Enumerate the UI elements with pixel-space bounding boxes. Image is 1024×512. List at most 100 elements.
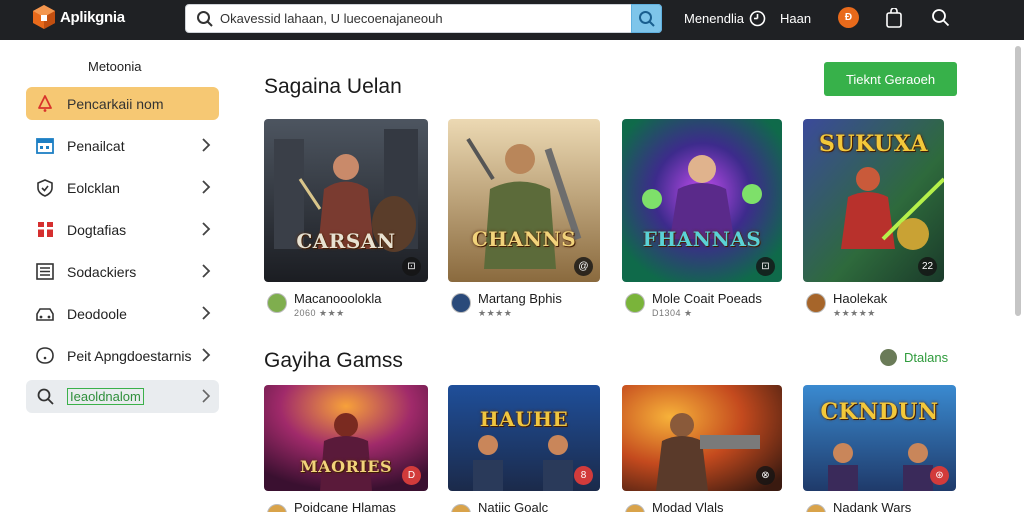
sidebar-title: Metoonia [88,59,142,74]
see-all-label: Dtalans [904,350,949,365]
game-rating: D1304 ★ [652,308,693,318]
search-icon [34,386,56,408]
game-title[interactable]: Macanooolokla [294,291,381,306]
sidebar-item-label: Dogtafias [67,221,127,238]
shield-icon [34,177,56,199]
search-icon [197,11,213,27]
corner-badge-icon: ⊡ [756,257,775,276]
sidebar-item-label: Ieaoldnalom [67,388,144,405]
sidebar-item-vehicles[interactable]: Deodoole [26,297,219,330]
gift-icon [34,219,56,241]
chevron-right-icon [202,389,211,403]
section-title-featured: Sagaina Uelan [264,75,402,98]
sidebar-item-notifications[interactable]: Pencarkaii nom [26,87,219,120]
game-thumbnail-title: CHANNS [471,227,577,251]
game-card[interactable]: SUKUXA 22 Haolekak ★★★★★ [803,119,944,321]
corner-badge-icon: D [402,466,421,485]
game-card[interactable]: ⊗ Modad Vlals [622,385,782,512]
game-title[interactable]: Modad Vlals [652,500,724,512]
game-title[interactable]: Nadank Wars [833,500,911,512]
corner-badge-icon: ⊗ [756,466,775,485]
game-card[interactable]: FHANNAS ⊡ Mole Coait Poeads D1304 ★ [622,119,782,321]
game-card[interactable]: CKNDUN ⊛ Nadank Wars [803,385,956,512]
sidebar-item-list[interactable]: Sodackiers [26,255,219,288]
game-card[interactable]: CARSAN ⊡ Macanooolokla 2060 ★★★ [264,119,428,321]
game-title[interactable]: Natiic Goalc [478,500,548,512]
chevron-right-icon [202,306,211,320]
game-title[interactable]: Haolekak [833,291,887,306]
chevron-right-icon [202,264,211,278]
chevron-right-icon [202,222,211,236]
nav-link-haan[interactable]: Haan [780,11,811,26]
game-card[interactable]: CHANNS @ Martang Bphis ★★★★ [448,119,600,321]
chevron-right-icon [202,138,211,152]
corner-badge-icon: ⊛ [930,466,949,485]
game-card[interactable]: HAUHE 8 Natiic Goalc [448,385,600,512]
avatar-icon [880,349,897,366]
game-thumbnail[interactable]: HAUHE 8 [448,385,600,491]
clock-icon[interactable] [749,10,766,27]
game-title[interactable]: Mole Coait Poeads [652,291,762,306]
scrollbar[interactable] [1015,46,1021,316]
search-button[interactable] [631,4,662,33]
sidebar-item-label: Penailcat [67,137,125,154]
corner-badge-icon: ⊡ [402,257,421,276]
game-thumbnail[interactable]: SUKUXA 22 [803,119,944,282]
corner-badge-icon: 22 [918,257,937,276]
game-thumbnail[interactable]: MAORIES D [264,385,428,491]
game-thumbnail[interactable]: ⊗ [622,385,782,491]
ticket-button[interactable]: Tieknt Geraoeh [824,62,957,96]
app-logo[interactable]: Aplikgnia [32,4,125,30]
bell-icon [34,93,56,115]
game-title[interactable]: Martang Bphis [478,291,562,306]
sidebar-item-gifts[interactable]: Dogtafias [26,213,219,246]
sidebar-item-label: Eolcklan [67,179,120,196]
top-search-icon[interactable] [931,8,950,27]
notification-badge-icon[interactable]: Đ [838,7,859,28]
game-thumbnail-title: HAUHE [479,407,569,431]
game-thumbnail[interactable]: CARSAN ⊡ [264,119,428,282]
chevron-right-icon [202,348,211,362]
game-rating: 2060 ★★★ [294,308,345,318]
app-name: Aplikgnia [60,8,125,26]
section-title-games: Gayiha Gamss [264,349,403,372]
sidebar-item-security[interactable]: Eolcklan [26,171,219,204]
search-bar[interactable]: Okavessid lahaan, U luecoenajaneouh [185,4,662,33]
see-all-link[interactable]: Dtalans [880,349,948,366]
game-thumbnail[interactable]: CHANNS @ [448,119,600,282]
developer-avatar [625,293,645,313]
game-thumbnail-title: CARSAN [296,229,396,253]
nav-link-menu[interactable]: Menendlia [684,11,744,26]
sidebar-item-chat[interactable]: Peit Apngdoestarnis [26,339,219,372]
corner-badge-icon: @ [574,257,593,276]
nav-links: Menendlia Haan [684,10,811,27]
cube-logo-icon [33,5,55,29]
developer-avatar [625,504,645,512]
sidebar-item-calendar[interactable]: Penailcat [26,129,219,162]
calendar-icon [34,135,56,157]
sidebar-item-label: Sodackiers [67,263,137,280]
game-thumbnail[interactable]: CKNDUN ⊛ [803,385,956,491]
developer-avatar [451,293,471,313]
top-bar: Aplikgnia Okavessid lahaan, U luecoenaja… [0,0,1024,40]
chevron-right-icon [202,180,211,194]
game-thumbnail[interactable]: FHANNAS ⊡ [622,119,782,282]
game-card[interactable]: MAORIES D Poidcane Hlamas [264,385,428,512]
car-icon [34,303,56,325]
search-input[interactable]: Okavessid lahaan, U luecoenajaneouh [220,11,443,26]
developer-avatar [451,504,471,512]
developer-avatar [806,504,826,512]
game-thumbnail-title: SUKUXA [819,131,928,157]
sidebar-item-search[interactable]: Ieaoldnalom [26,380,219,413]
game-rating: ★★★★★ [833,308,876,318]
game-title[interactable]: Poidcane Hlamas [294,500,396,512]
chat-icon [34,345,56,367]
sidebar-item-label: Peit Apngdoestarnis [67,347,192,364]
game-thumbnail-title: CKNDUN [820,399,939,425]
search-button-icon [639,11,655,27]
list-icon [34,261,56,283]
game-rating: ★★★★ [478,308,513,318]
bag-icon[interactable] [885,8,903,28]
sidebar-item-label: Pencarkaii nom [67,95,164,112]
sidebar-item-label: Deodoole [67,305,127,322]
